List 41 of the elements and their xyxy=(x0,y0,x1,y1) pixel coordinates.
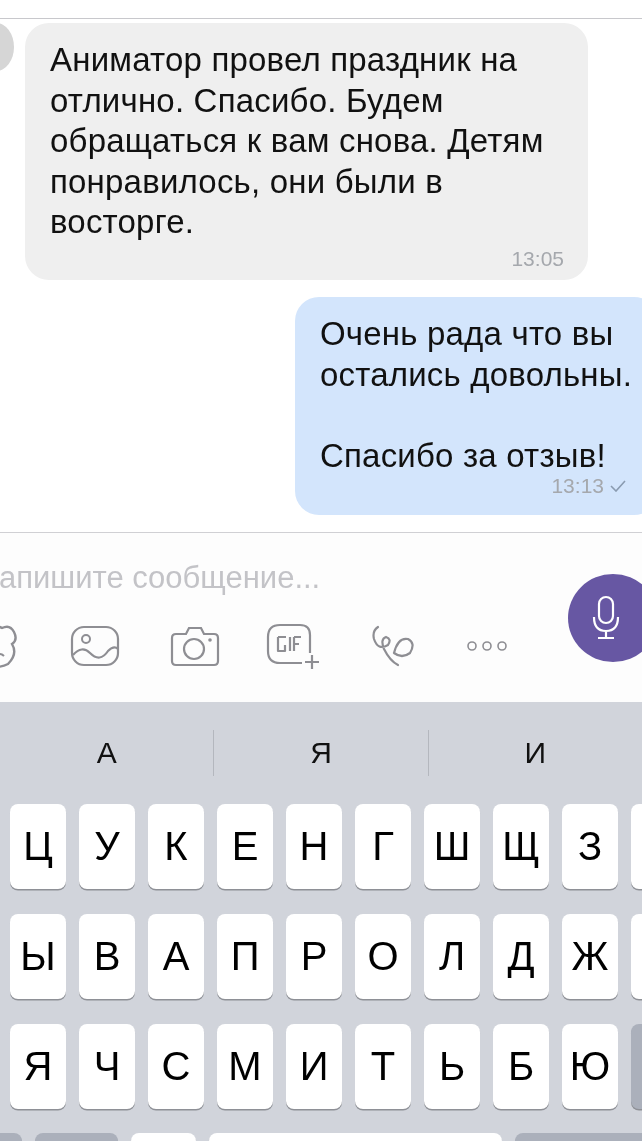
keyboard-key[interactable]: Ж xyxy=(562,914,618,999)
keyboard-key[interactable]: Р xyxy=(286,914,342,999)
keyboard-key[interactable]: Е xyxy=(217,804,273,889)
keyboard-key[interactable]: Ч xyxy=(79,1024,135,1109)
message-text: Аниматор провел праздник на отлично. Спасибо. Будем обращаться к вам снова. Детям понравилось, они были в восторге. xyxy=(50,40,545,242)
keyboard-key[interactable]: Б xyxy=(493,1024,549,1109)
message-time: 13:13 xyxy=(551,474,604,498)
keyboard-key[interactable]: Л xyxy=(424,914,480,999)
keyboard-key[interactable]: Н xyxy=(286,804,342,889)
keyboard-key[interactable]: У xyxy=(79,804,135,889)
suggestion[interactable]: Я xyxy=(310,736,332,770)
suggestion[interactable]: И xyxy=(524,736,547,770)
keyboard-key[interactable]: Я xyxy=(10,1024,66,1109)
keyboard-key[interactable]: З xyxy=(562,804,618,889)
keyboard-key[interactable]: Г xyxy=(355,804,411,889)
keyboard-key[interactable]: А xyxy=(148,914,204,999)
keyboard-key[interactable]: К xyxy=(148,804,204,889)
keyboard-key[interactable]: Ь xyxy=(424,1024,480,1109)
message-time: 13:05 xyxy=(511,246,564,271)
doodle-icon[interactable] xyxy=(372,625,416,667)
keyboard-key[interactable]: Ю xyxy=(562,1024,618,1109)
suggestion[interactable]: А xyxy=(96,736,117,770)
image-icon[interactable] xyxy=(70,625,120,667)
keyboard-key[interactable]: В xyxy=(79,914,135,999)
keyboard-key[interactable]: Ц xyxy=(10,804,66,889)
keyboard-key[interactable]: О xyxy=(355,914,411,999)
message-text: Очень рада что вы остались довольны. Спасибо за отзыв! xyxy=(320,314,634,476)
microphone-button[interactable] xyxy=(568,574,642,662)
keyboard-key[interactable]: Д xyxy=(493,914,549,999)
microphone-icon xyxy=(591,595,621,641)
keyboard-key[interactable]: Щ xyxy=(493,804,549,889)
keyboard-key[interactable]: Ы xyxy=(10,914,66,999)
camera-icon[interactable] xyxy=(170,625,220,667)
keyboard-key[interactable]: Ш xyxy=(424,804,480,889)
message-field[interactable]: апишите сообщение... xyxy=(0,560,539,596)
keyboard-key[interactable]: П xyxy=(217,914,273,999)
keyboard-key[interactable]: Т xyxy=(355,1024,411,1109)
keyboard-key[interactable]: С xyxy=(148,1024,204,1109)
keyboard-key[interactable]: И xyxy=(286,1024,342,1109)
gif-icon[interactable] xyxy=(266,623,322,669)
keyboard-key[interactable]: М xyxy=(217,1024,273,1109)
